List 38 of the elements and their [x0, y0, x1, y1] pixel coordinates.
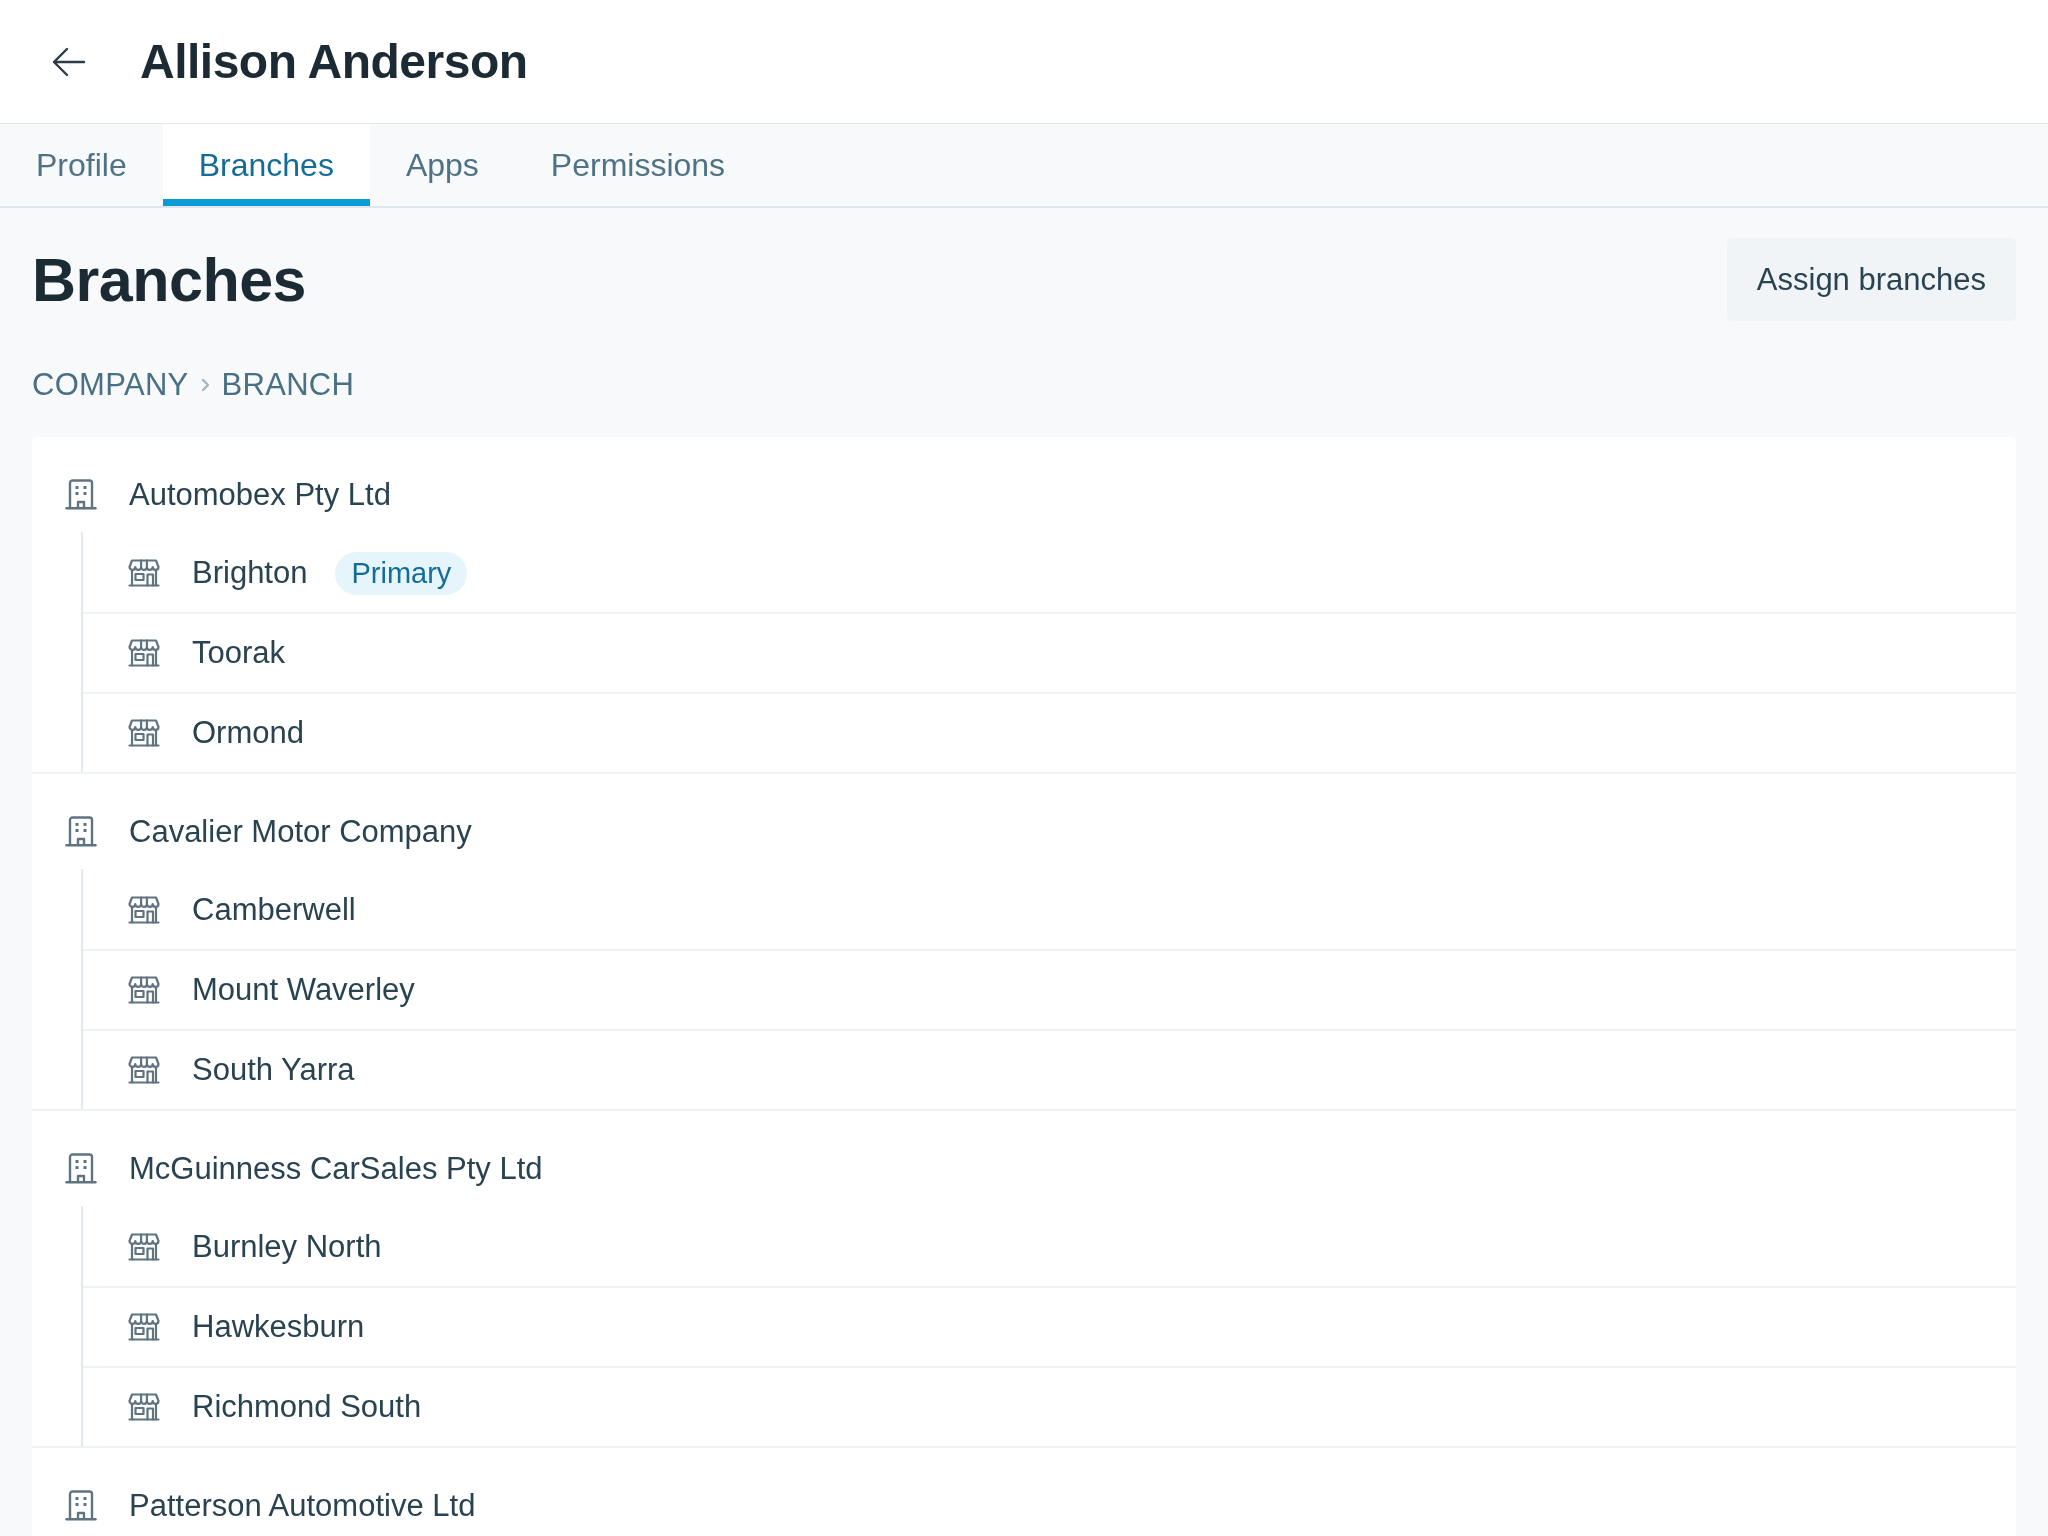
- tab[interactable]: Apps: [369, 124, 515, 206]
- branch-name: Burnley North: [192, 1229, 382, 1265]
- section-title: Branches: [32, 244, 306, 315]
- store-icon: [128, 719, 160, 747]
- page-title: Allison Anderson: [140, 34, 528, 89]
- assign-branches-button[interactable]: Assign branches: [1726, 238, 2016, 321]
- branch-name: Hawkesburn: [192, 1309, 365, 1345]
- branch-name: Richmond South: [192, 1389, 422, 1425]
- branch-name: Mount Waverley: [192, 972, 415, 1008]
- tab[interactable]: Profile: [0, 124, 163, 206]
- branch-badge: Primary: [335, 551, 468, 595]
- branch-name: Toorak: [192, 635, 286, 671]
- tab[interactable]: Branches: [162, 124, 370, 206]
- branch-name: South Yarra: [192, 1052, 355, 1088]
- store-icon: [128, 639, 160, 667]
- company-name: McGuinness CarSales Pty Ltd: [129, 1150, 543, 1187]
- building-icon: [65, 1490, 97, 1521]
- chevron-right-icon: [200, 378, 210, 392]
- branch-name: Brighton: [192, 555, 308, 591]
- store-icon: [128, 896, 160, 924]
- building-icon: [65, 479, 97, 510]
- store-icon: [128, 1313, 160, 1341]
- branch-name: Camberwell: [192, 892, 356, 928]
- store-icon: [128, 559, 160, 587]
- company-name: Patterson Automotive Ltd: [129, 1487, 476, 1524]
- store-icon: [128, 976, 160, 1004]
- store-icon: [128, 1233, 160, 1261]
- arrow-left-icon: [52, 46, 86, 77]
- breadcrumb-label: BRANCH: [221, 367, 355, 403]
- branch-name: Ormond: [192, 715, 304, 751]
- company-name: Cavalier Motor Company: [129, 813, 472, 850]
- breadcrumb-label: COMPANY: [32, 367, 189, 403]
- tab[interactable]: Permissions: [514, 124, 762, 206]
- building-icon: [65, 816, 97, 847]
- company-name: Automobex Pty Ltd: [129, 476, 391, 513]
- store-icon: [128, 1393, 160, 1421]
- building-icon: [65, 1153, 97, 1184]
- store-icon: [128, 1056, 160, 1084]
